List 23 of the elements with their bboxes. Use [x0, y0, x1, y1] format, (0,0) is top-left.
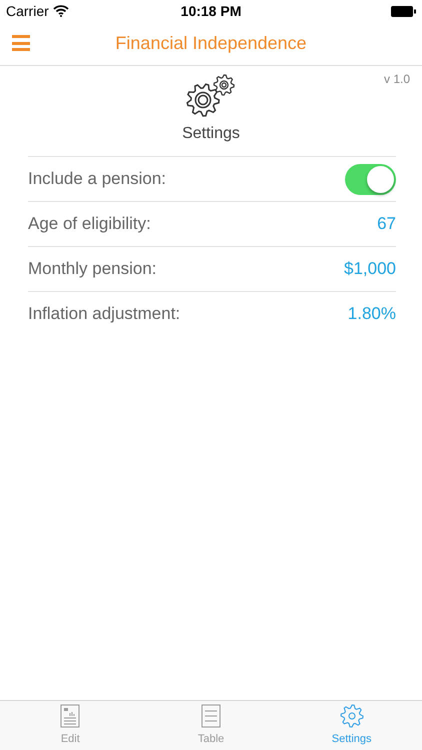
nav-title: Financial Independence: [115, 32, 307, 55]
setting-label: Monthly pension:: [28, 258, 157, 280]
setting-value[interactable]: 1.80%: [348, 301, 396, 327]
tab-bar-item[interactable]: Settings: [281, 701, 422, 750]
version-label: v 1.0: [384, 71, 410, 88]
setting-label: Inflation adjustment:: [28, 303, 180, 326]
clock-time: 10:18 PM: [180, 2, 242, 20]
setting-value[interactable]: $1,000: [344, 256, 396, 282]
document-lines-icon: [201, 704, 221, 728]
setting-value[interactable]: 67: [377, 211, 396, 237]
tab-bar-item[interactable]: Table: [140, 701, 282, 750]
settings-icon: [340, 704, 364, 728]
setting-label: Include a pension:: [28, 168, 166, 190]
carrier-label: Carrier: [6, 2, 49, 20]
battery-icon: [391, 6, 416, 16]
tab-bar-item[interactable]: Edit: [0, 701, 141, 750]
toggle-switch[interactable]: [345, 164, 396, 194]
settings-heading: Settings: [182, 124, 240, 144]
wifi-icon: [52, 5, 69, 17]
setting-label: Age of eligibility:: [28, 213, 151, 236]
menu-button[interactable]: [12, 35, 30, 51]
document-chart-icon: [60, 704, 80, 728]
gears-icon: [186, 74, 236, 118]
